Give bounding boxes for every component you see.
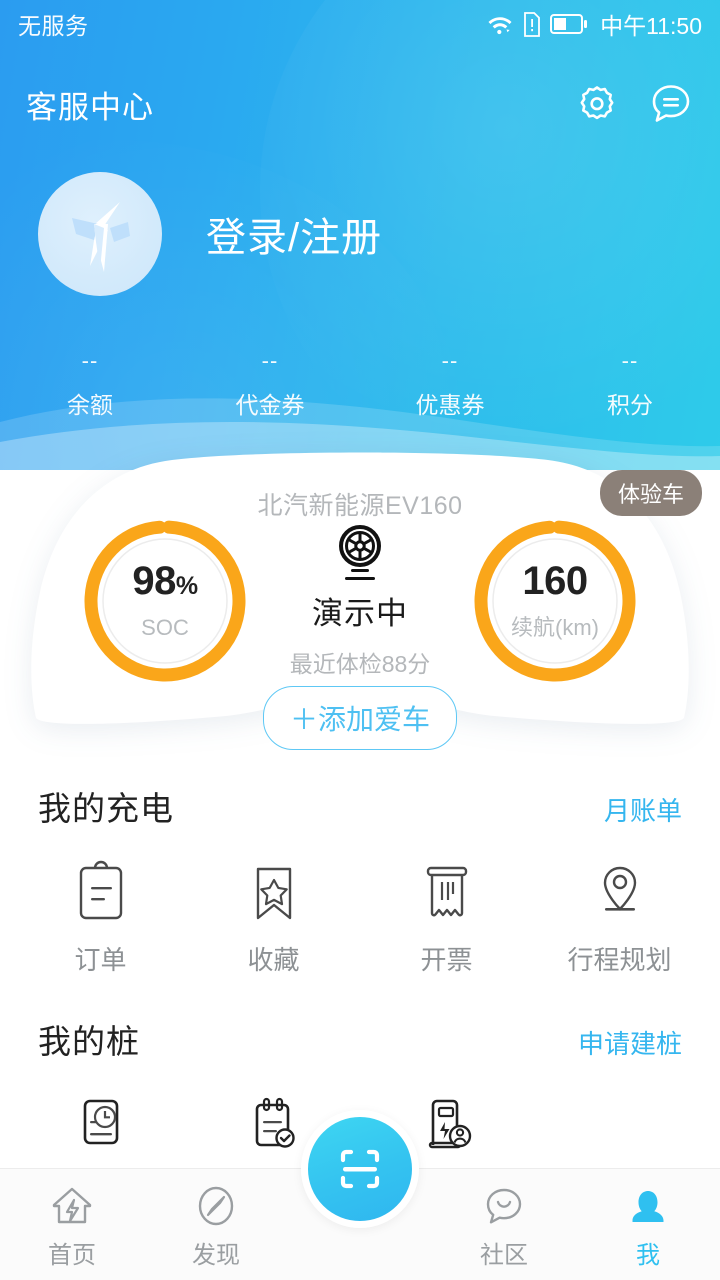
header-panel: 无服务 中午11:50 客服中心 登录/注册 -- 余额 -- 代金券 -- 优…	[0, 0, 720, 470]
tab-discover[interactable]: 发现	[144, 1169, 288, 1270]
pile-item-icon-wrap	[71, 1093, 131, 1159]
charging-item-icon-wrap	[244, 860, 304, 926]
map-pin-icon	[603, 866, 636, 911]
login-register-label[interactable]: 登录/注册	[206, 205, 382, 263]
range-gauge-text: 160 续航(km)	[470, 516, 640, 686]
stat-coupon[interactable]: -- 优惠券	[360, 348, 540, 420]
charging-item-icon-wrap	[71, 860, 131, 926]
pile-item-icon-wrap	[417, 1093, 477, 1159]
vehicle-card-content: 北汽新能源EV160 体验车 98% SOC 演示中 最近体检88分 160 续…	[24, 452, 702, 750]
gear-icon	[580, 86, 614, 120]
title-bar-actions	[574, 81, 694, 127]
stat-value: --	[261, 348, 279, 373]
charging-item-invoice[interactable]: 开票	[360, 860, 533, 977]
brand-logo-icon	[72, 202, 130, 272]
profile-row[interactable]: 登录/注册	[38, 172, 382, 296]
range-label: 续航(km)	[511, 614, 599, 640]
clipboard-icon	[79, 860, 122, 920]
tab-label: 社区	[480, 1242, 528, 1269]
pile-section-header: 我的桩 申请建桩	[0, 1015, 720, 1063]
settings-button[interactable]	[574, 81, 620, 127]
scan-button[interactable]	[301, 1110, 419, 1228]
charging-section: 我的充电 月账单 订单 收藏 开票 行程规划	[0, 782, 720, 977]
pile-item-records[interactable]	[14, 1093, 187, 1173]
charger-user-icon	[428, 1099, 471, 1149]
charging-item-orders[interactable]: 订单	[14, 860, 187, 977]
pile-item-placeholder	[533, 1093, 706, 1173]
charging-item-trip-plan[interactable]: 行程规划	[533, 860, 706, 977]
battery-icon	[550, 14, 588, 34]
chat-smile-icon	[486, 1188, 522, 1224]
status-bar: 无服务 中午11:50	[0, 0, 720, 48]
status-bar-icons: 中午11:50	[486, 7, 702, 41]
clock-record-icon	[83, 1099, 118, 1145]
stat-label: 代金券	[235, 392, 305, 418]
message-icon	[652, 85, 690, 122]
tab-label: 我	[636, 1242, 660, 1269]
pile-section-title: 我的桩	[38, 1023, 140, 1060]
tab-label: 发现	[192, 1242, 240, 1269]
charging-section-title: 我的充电	[38, 790, 174, 827]
stat-label: 优惠券	[415, 392, 485, 418]
sim-alert-icon	[524, 11, 541, 37]
clock-label: 中午11:50	[600, 13, 702, 39]
charging-item-icon-wrap	[590, 860, 650, 926]
tab-label: 首页	[48, 1242, 96, 1269]
stat-label: 积分	[607, 392, 653, 418]
checklist-icon	[255, 1097, 295, 1148]
tab-icon-wrap	[191, 1181, 241, 1231]
stats-row: -- 余额 -- 代金券 -- 优惠券 -- 积分	[0, 348, 720, 420]
charging-item-favorites[interactable]: 收藏	[187, 860, 360, 977]
tab-icon-wrap	[47, 1181, 97, 1231]
message-button[interactable]	[648, 81, 694, 127]
tire-icon	[339, 525, 381, 580]
person-icon	[632, 1191, 664, 1222]
charging-grid: 订单 收藏 开票 行程规划	[0, 860, 720, 977]
range-gauge[interactable]: 160 续航(km)	[470, 516, 640, 686]
home-bolt-icon	[52, 1187, 92, 1224]
charging-item-icon-wrap	[417, 860, 477, 926]
tab-icon-wrap	[479, 1181, 529, 1231]
carrier-label: 无服务	[18, 13, 89, 39]
stat-label: 余额	[67, 392, 113, 418]
charging-section-header: 我的充电 月账单	[0, 782, 720, 830]
charging-item-label: 收藏	[247, 945, 300, 975]
charging-item-label: 开票	[420, 945, 473, 975]
bookmark-star-icon	[256, 867, 291, 920]
stat-value: --	[81, 348, 99, 373]
compass-icon	[198, 1186, 234, 1226]
monthly-bill-link[interactable]: 月账单	[604, 791, 682, 828]
vehicle-card[interactable]: 北汽新能源EV160 体验车 98% SOC 演示中 最近体检88分 160 续…	[24, 452, 702, 750]
app-root: 无服务 中午11:50 客服中心 登录/注册 -- 余额 -- 代金券 -- 优…	[0, 0, 720, 1280]
pile-item-icon-wrap	[244, 1093, 304, 1159]
stat-value: --	[441, 348, 459, 373]
title-bar: 客服中心	[0, 60, 720, 148]
stat-voucher[interactable]: -- 代金券	[180, 348, 360, 420]
apply-pile-link[interactable]: 申请建桩	[578, 1024, 682, 1061]
tab-profile[interactable]: 我	[576, 1169, 720, 1270]
charging-item-label: 行程规划	[567, 945, 672, 975]
stat-balance[interactable]: -- 余额	[0, 348, 180, 420]
add-vehicle-button[interactable]: ＋添加爱车	[262, 686, 458, 750]
stat-value: --	[621, 348, 639, 373]
page-title: 客服中心	[26, 89, 154, 125]
avatar[interactable]	[38, 172, 162, 296]
wifi-icon	[488, 17, 512, 35]
tab-community[interactable]: 社区	[432, 1169, 576, 1270]
invoice-icon	[426, 866, 467, 917]
tab-icon-wrap	[623, 1181, 673, 1231]
stat-points[interactable]: -- 积分	[540, 348, 720, 420]
tab-home[interactable]: 首页	[0, 1169, 144, 1270]
scan-icon	[340, 1149, 380, 1189]
range-value: 160	[522, 558, 588, 603]
vehicle-badge: 体验车	[599, 470, 702, 516]
charging-item-label: 订单	[74, 945, 127, 975]
